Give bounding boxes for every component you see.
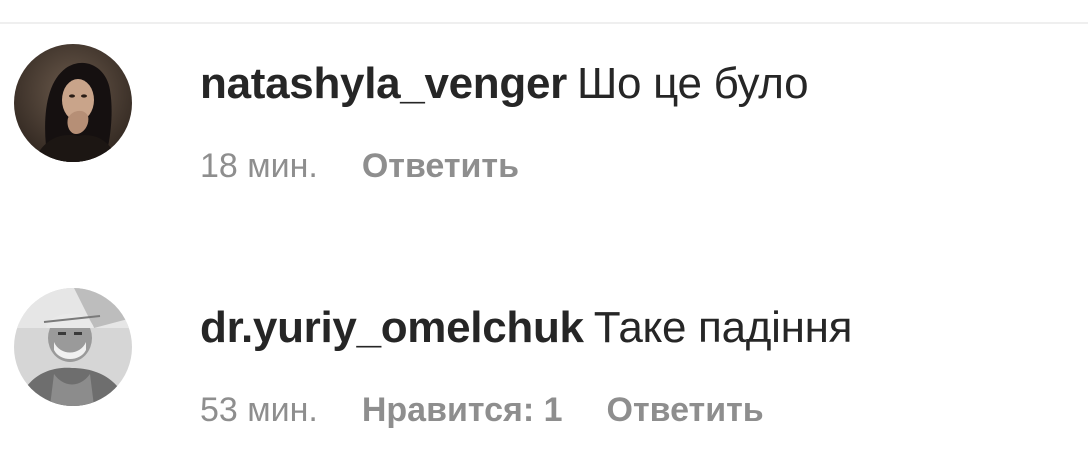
user-avatar-icon[interactable] — [14, 44, 132, 162]
comment-line: natashyla_venger Шо це було — [200, 56, 809, 112]
likes-count-button[interactable]: Нравится: 1 — [362, 388, 563, 432]
top-divider — [0, 22, 1088, 24]
comment-line: dr.yuriy_omelchuk Таке падіння — [200, 300, 852, 356]
comment-item: dr.yuriy_omelchuk Таке падіння 53 мин. Нра… — [0, 280, 1088, 460]
comment-meta: 18 мин. Ответить — [200, 144, 563, 188]
comment-meta: 53 мин. Нравится: 1 Ответить — [200, 388, 808, 432]
comments-panel: natashyla_venger Шо це було 18 мин. Ответи… — [0, 0, 1088, 476]
reply-button[interactable]: Ответить — [607, 388, 764, 432]
comment-time[interactable]: 53 мин. — [200, 388, 318, 432]
user-avatar-icon[interactable] — [14, 288, 132, 406]
comment-username[interactable]: natashyla_venger — [200, 59, 567, 108]
comment-time[interactable]: 18 мин. — [200, 144, 318, 188]
reply-button[interactable]: Ответить — [362, 144, 519, 188]
comment-text: Шо це було — [576, 59, 809, 108]
avatar-image — [14, 288, 132, 406]
comment-text: Таке падіння — [593, 303, 853, 352]
avatar-image — [14, 44, 132, 162]
comment-item: natashyla_venger Шо це було 18 мин. Ответи… — [0, 36, 1088, 216]
comment-username[interactable]: dr.yuriy_omelchuk — [200, 303, 584, 352]
